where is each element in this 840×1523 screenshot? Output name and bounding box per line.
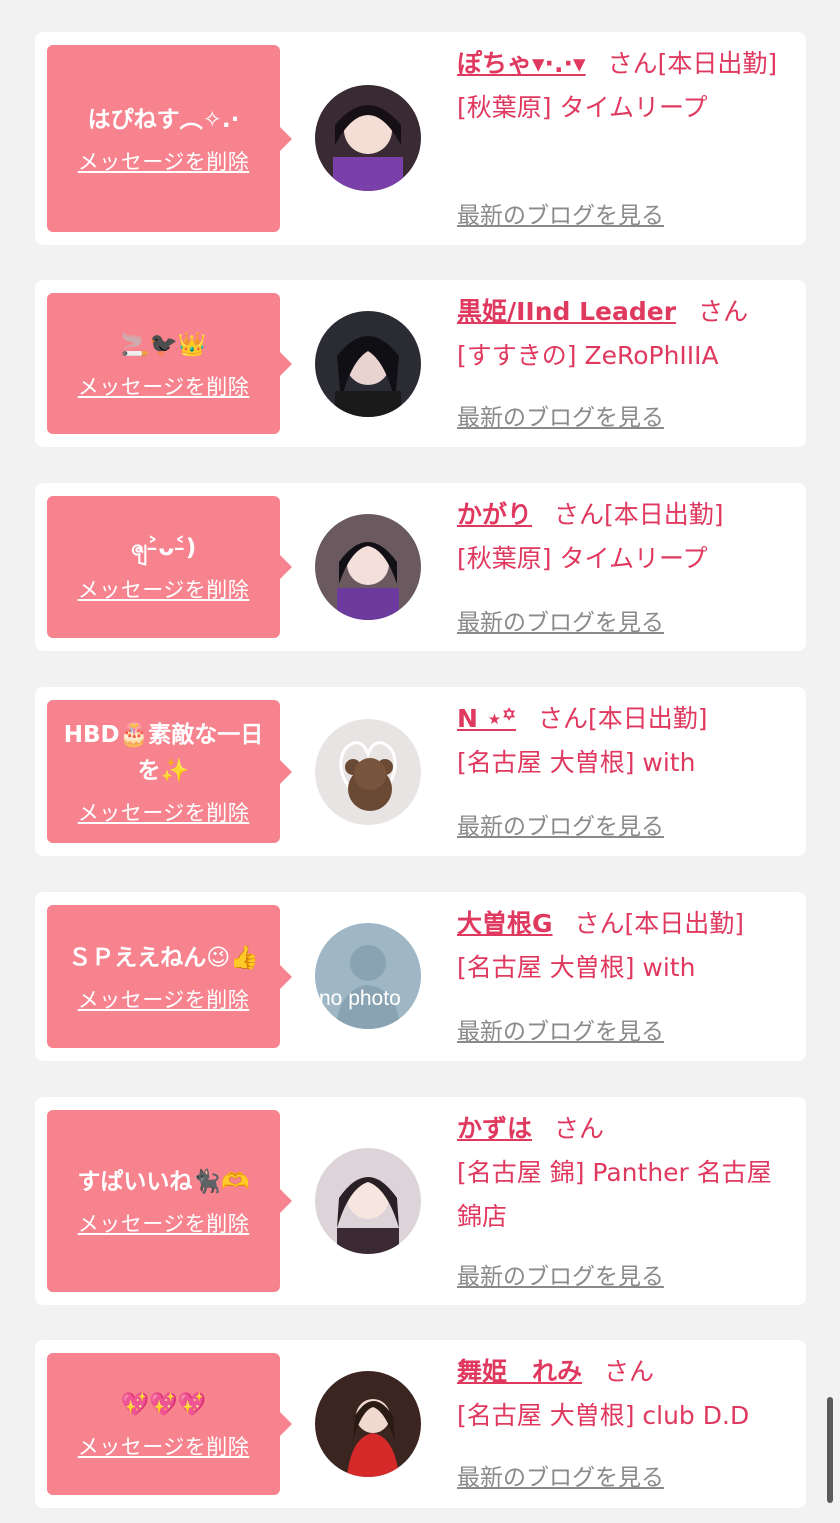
cast-info: N ⋆꙳ さん[本日出勤] [名古屋 大曽根] with (457, 697, 792, 785)
delete-message-link[interactable]: メッセージを削除 (78, 797, 250, 827)
delete-message-link[interactable]: メッセージを削除 (78, 984, 250, 1014)
latest-blog-link[interactable]: 最新のブログを見る (457, 1257, 664, 1291)
message-bubble: ၛ˃̵ᴗ˂̵) メッセージを削除 (47, 496, 292, 638)
shop-name: [名古屋 錦] Panther 名古屋錦店 (457, 1158, 772, 1231)
latest-blog-link[interactable]: 最新のブログを見る (457, 196, 664, 230)
cast-info: かがり さん[本日出勤] [秋葉原] タイムリープ (457, 493, 792, 581)
delete-message-link[interactable]: メッセージを削除 (78, 574, 250, 604)
shop-name: [名古屋 大曽根] with (457, 748, 696, 777)
avatar[interactable] (315, 1148, 421, 1254)
avatar[interactable] (315, 311, 421, 417)
shop-name: [名古屋 大曽根] with (457, 953, 696, 982)
cast-name-link[interactable]: N ⋆꙳ (457, 704, 516, 733)
cast-name-link[interactable]: 舞姫 れみ (457, 1357, 582, 1386)
cast-name-link[interactable]: 黒姫/IInd Leader (457, 297, 676, 326)
cast-name-link[interactable]: かずは (457, 1114, 532, 1143)
message-card: はぴねす︵✧.· メッセージを削除 ぽちゃ▾·.·▾ さん[本日出勤] [秋葉原]… (35, 32, 806, 245)
delete-message-link[interactable]: メッセージを削除 (78, 1208, 250, 1238)
shop-name: [秋葉原] タイムリープ (457, 544, 708, 573)
message-card: 🚬🐦‍⬛👑 メッセージを削除 黒姫/IInd Leader さん [すすきの] Z… (35, 280, 806, 447)
latest-blog-link[interactable]: 最新のブログを見る (457, 603, 664, 637)
cast-name-link[interactable]: ぽちゃ▾·.·▾ (457, 49, 586, 78)
no-photo-label: no photo (319, 987, 401, 1010)
cast-status: さん[本日出勤] (574, 909, 745, 938)
avatar[interactable]: no photo (315, 923, 421, 1029)
latest-blog-link[interactable]: 最新のブログを見る (457, 807, 664, 841)
cast-status: さん (604, 1357, 655, 1386)
cast-info: かずは さん [名古屋 錦] Panther 名古屋錦店 (457, 1107, 792, 1239)
message-bubble: 🚬🐦‍⬛👑 メッセージを削除 (47, 293, 292, 434)
message-bubble: ＳＰええねん😉👍 メッセージを削除 (47, 905, 292, 1048)
cast-status: さん[本日出勤] (537, 704, 708, 733)
message-bubble: はぴねす︵✧.· メッセージを削除 (47, 45, 292, 232)
cast-status: さん[本日出勤] (554, 500, 724, 529)
cast-info: ぽちゃ▾·.·▾ さん[本日出勤] [秋葉原] タイムリープ (457, 42, 792, 130)
avatar[interactable] (315, 514, 421, 620)
message-text: はぴねす︵✧.· (87, 106, 240, 133)
message-card: HBD🎂素敵な一日を✨ メッセージを削除 N ⋆꙳ さん[本日出勤] [名古屋 大… (35, 687, 806, 856)
message-card: すぱいいね🐈‍⬛🫶 メッセージを削除 かずは さん [名古屋 錦] Panther… (35, 1097, 806, 1305)
latest-blog-link[interactable]: 最新のブログを見る (457, 398, 664, 432)
cast-status: さん (554, 1114, 605, 1143)
avatar[interactable] (315, 1371, 421, 1477)
message-text: 🚬🐦‍⬛👑 (120, 331, 207, 358)
latest-blog-link[interactable]: 最新のブログを見る (457, 1012, 664, 1046)
scrollbar[interactable] (827, 1397, 833, 1503)
cast-info: 黒姫/IInd Leader さん [すすきの] ZeRoPhIIIA (457, 290, 792, 378)
delete-message-link[interactable]: メッセージを削除 (78, 371, 250, 401)
shop-name: [すすきの] ZeRoPhIIIA (457, 341, 719, 370)
message-text: ၛ˃̵ᴗ˂̵) (130, 535, 197, 561)
delete-message-link[interactable]: メッセージを削除 (78, 1431, 250, 1461)
message-bubble: 💖💖💖 メッセージを削除 (47, 1353, 292, 1495)
delete-message-link[interactable]: メッセージを削除 (78, 146, 250, 176)
latest-blog-link[interactable]: 最新のブログを見る (457, 1458, 664, 1492)
cast-info: 舞姫 れみ さん [名古屋 大曽根] club D.D (457, 1350, 792, 1438)
shop-name: [秋葉原] タイムリープ (457, 93, 708, 122)
message-bubble: すぱいいね🐈‍⬛🫶 メッセージを削除 (47, 1110, 292, 1292)
message-card: ＳＰええねん😉👍 メッセージを削除 no photo 大曽根G さん[本日出勤] … (35, 892, 806, 1061)
message-bubble: HBD🎂素敵な一日を✨ メッセージを削除 (47, 700, 292, 843)
shop-name: [名古屋 大曽根] club D.D (457, 1401, 750, 1430)
avatar[interactable] (315, 85, 421, 191)
avatar[interactable] (315, 719, 421, 825)
message-card: 💖💖💖 メッセージを削除 舞姫 れみ さん [名古屋 大曽根] club D.D … (35, 1340, 806, 1508)
message-text: HBD🎂素敵な一日を✨ (63, 721, 264, 784)
cast-name-link[interactable]: かがり (457, 500, 532, 529)
message-text: ＳＰええねん😉👍 (68, 944, 259, 971)
message-text: 💖💖💖 (120, 1392, 207, 1418)
cast-status: さん[本日出勤] (607, 49, 778, 78)
message-card: ၛ˃̵ᴗ˂̵) メッセージを削除 かがり さん[本日出勤] [秋葉原] タイムリー… (35, 483, 806, 651)
cast-info: 大曽根G さん[本日出勤] [名古屋 大曽根] with (457, 902, 792, 990)
cast-name-link[interactable]: 大曽根G (457, 909, 553, 938)
message-text: すぱいいね🐈‍⬛🫶 (77, 1169, 250, 1195)
cast-status: さん (698, 297, 749, 326)
